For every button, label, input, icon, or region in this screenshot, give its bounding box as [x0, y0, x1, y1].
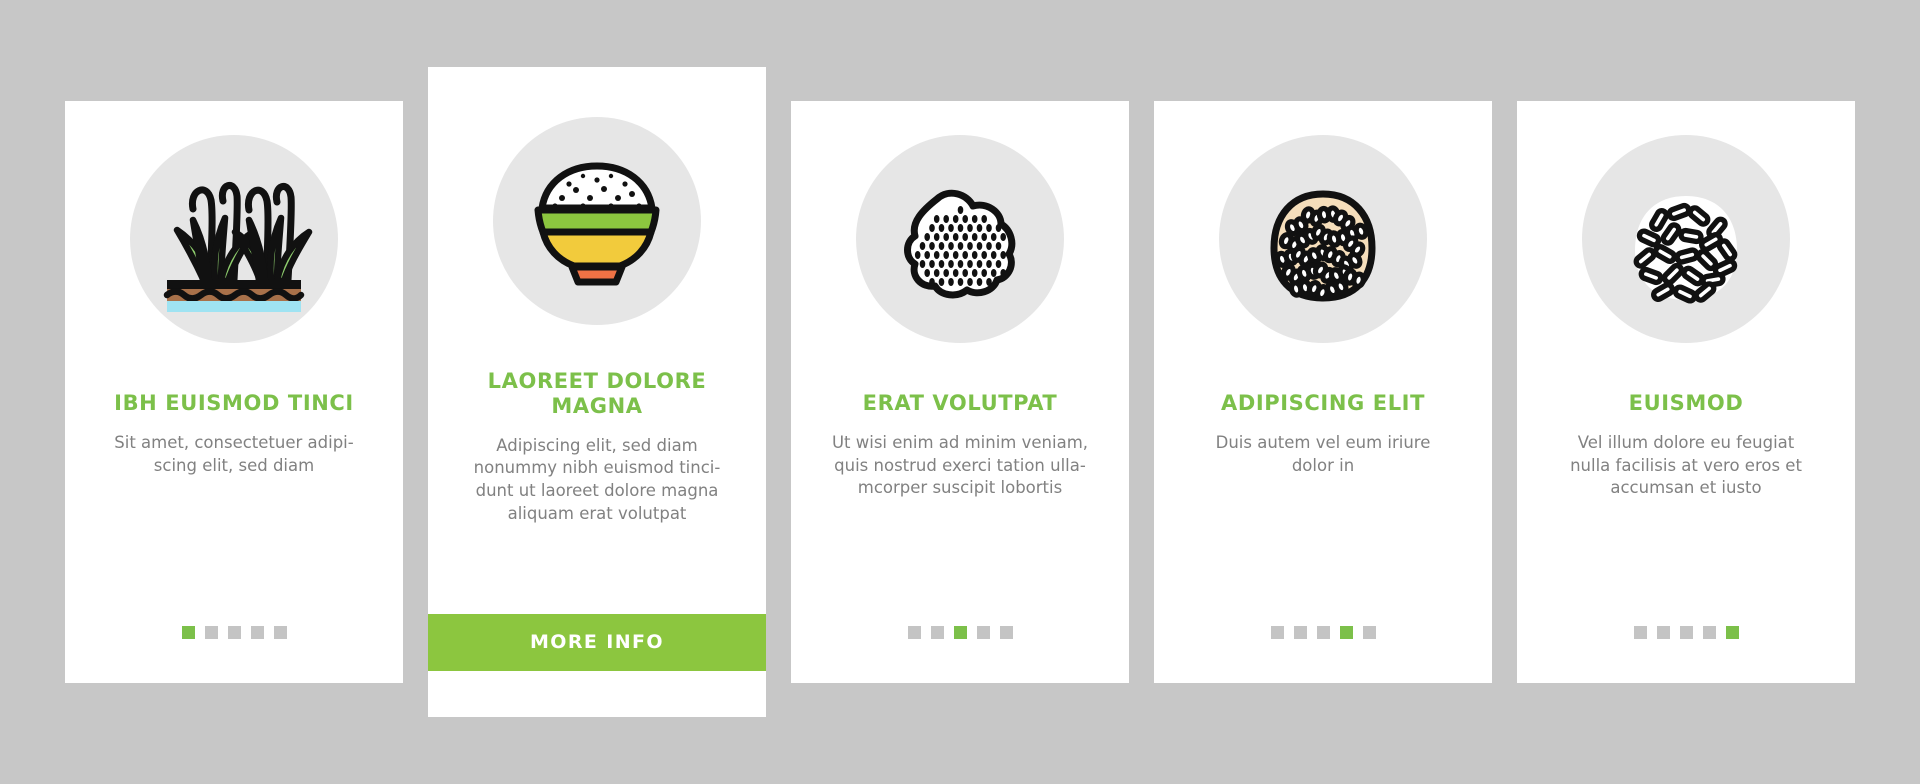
pagination-dot[interactable]: [930, 626, 944, 639]
card-description: Vel illum dolore eu feugiat nulla facili…: [1570, 432, 1802, 498]
card-icon-circle: [1219, 135, 1427, 343]
pagination-dot[interactable]: [1362, 626, 1376, 639]
pagination-dots: [1633, 626, 1739, 639]
pagination-dot[interactable]: [273, 626, 287, 639]
pagination-dot[interactable]: [1679, 626, 1693, 639]
card-icon-circle: [856, 135, 1064, 343]
card-description: Duis autem vel eum iriure dolor in: [1215, 432, 1431, 475]
pagination-dot-active[interactable]: [181, 626, 195, 639]
pagination-dot[interactable]: [999, 626, 1013, 639]
pagination-dot[interactable]: [1316, 626, 1330, 639]
pagination-dot[interactable]: [976, 626, 990, 639]
pagination-dot[interactable]: [1633, 626, 1647, 639]
onboarding-card[interactable]: LAOREET DOLORE MAGNA Adipiscing elit, sed…: [428, 67, 766, 717]
pagination-dot[interactable]: [907, 626, 921, 639]
pagination-dots: [907, 626, 1013, 639]
pagination-dot-active[interactable]: [1725, 626, 1739, 639]
card-list: IBH EUISMOD TINCI Sit amet, consectetuer …: [0, 0, 1920, 784]
brown-rice-grain-heap-icon: [1270, 190, 1376, 302]
card-description: Sit amet, consectetuer adipi- scing elit…: [114, 432, 354, 475]
card-title: LAOREET DOLORE MAGNA: [487, 369, 707, 418]
pagination-dot-active[interactable]: [953, 626, 967, 639]
card-title: ADIPISCING ELIT: [1220, 391, 1426, 415]
card-description: Ut wisi enim ad minim veniam, quis nostr…: [831, 432, 1089, 498]
onboarding-card[interactable]: ERAT VOLUTPAT Ut wisi enim ad minim venia…: [791, 101, 1129, 683]
pagination-dots: [181, 626, 287, 639]
pagination-dot[interactable]: [1702, 626, 1716, 639]
onboarding-card[interactable]: EUISMOD Vel illum dolore eu feugiat nulla…: [1517, 101, 1855, 683]
pagination-dot[interactable]: [250, 626, 264, 639]
card-title: EUISMOD: [1628, 391, 1744, 415]
pagination-dot[interactable]: [1293, 626, 1307, 639]
card-title: ERAT VOLUTPAT: [862, 391, 1058, 415]
pagination-dot-active[interactable]: [1339, 626, 1353, 639]
more-info-button[interactable]: MORE INFO: [428, 614, 766, 671]
card-title: IBH EUISMOD TINCI: [114, 391, 354, 415]
onboarding-screens-board: IBH EUISMOD TINCI Sit amet, consectetuer …: [0, 0, 1920, 784]
onboarding-card[interactable]: IBH EUISMOD TINCI Sit amet, consectetuer …: [65, 101, 403, 683]
pagination-dots: [1270, 626, 1376, 639]
card-description: Adipiscing elit, sed diam nonummy nibh e…: [473, 435, 721, 523]
long-rice-grains-pile-icon: [1633, 196, 1738, 304]
pagination-dot[interactable]: [1656, 626, 1670, 639]
pagination-dot[interactable]: [1270, 626, 1284, 639]
pagination-dot[interactable]: [227, 626, 241, 639]
pagination-dot[interactable]: [204, 626, 218, 639]
onboarding-card[interactable]: ADIPISCING ELIT Duis autem vel eum iriure…: [1154, 101, 1492, 683]
card-icon-circle: [130, 135, 338, 343]
card-icon-circle: [1582, 135, 1790, 343]
rice-plants-in-paddy-field-icon: [163, 182, 313, 312]
rice-bowl-icon: [534, 162, 660, 286]
card-icon-circle: [493, 117, 701, 325]
cooked-rice-clump-icon: [904, 189, 1016, 299]
